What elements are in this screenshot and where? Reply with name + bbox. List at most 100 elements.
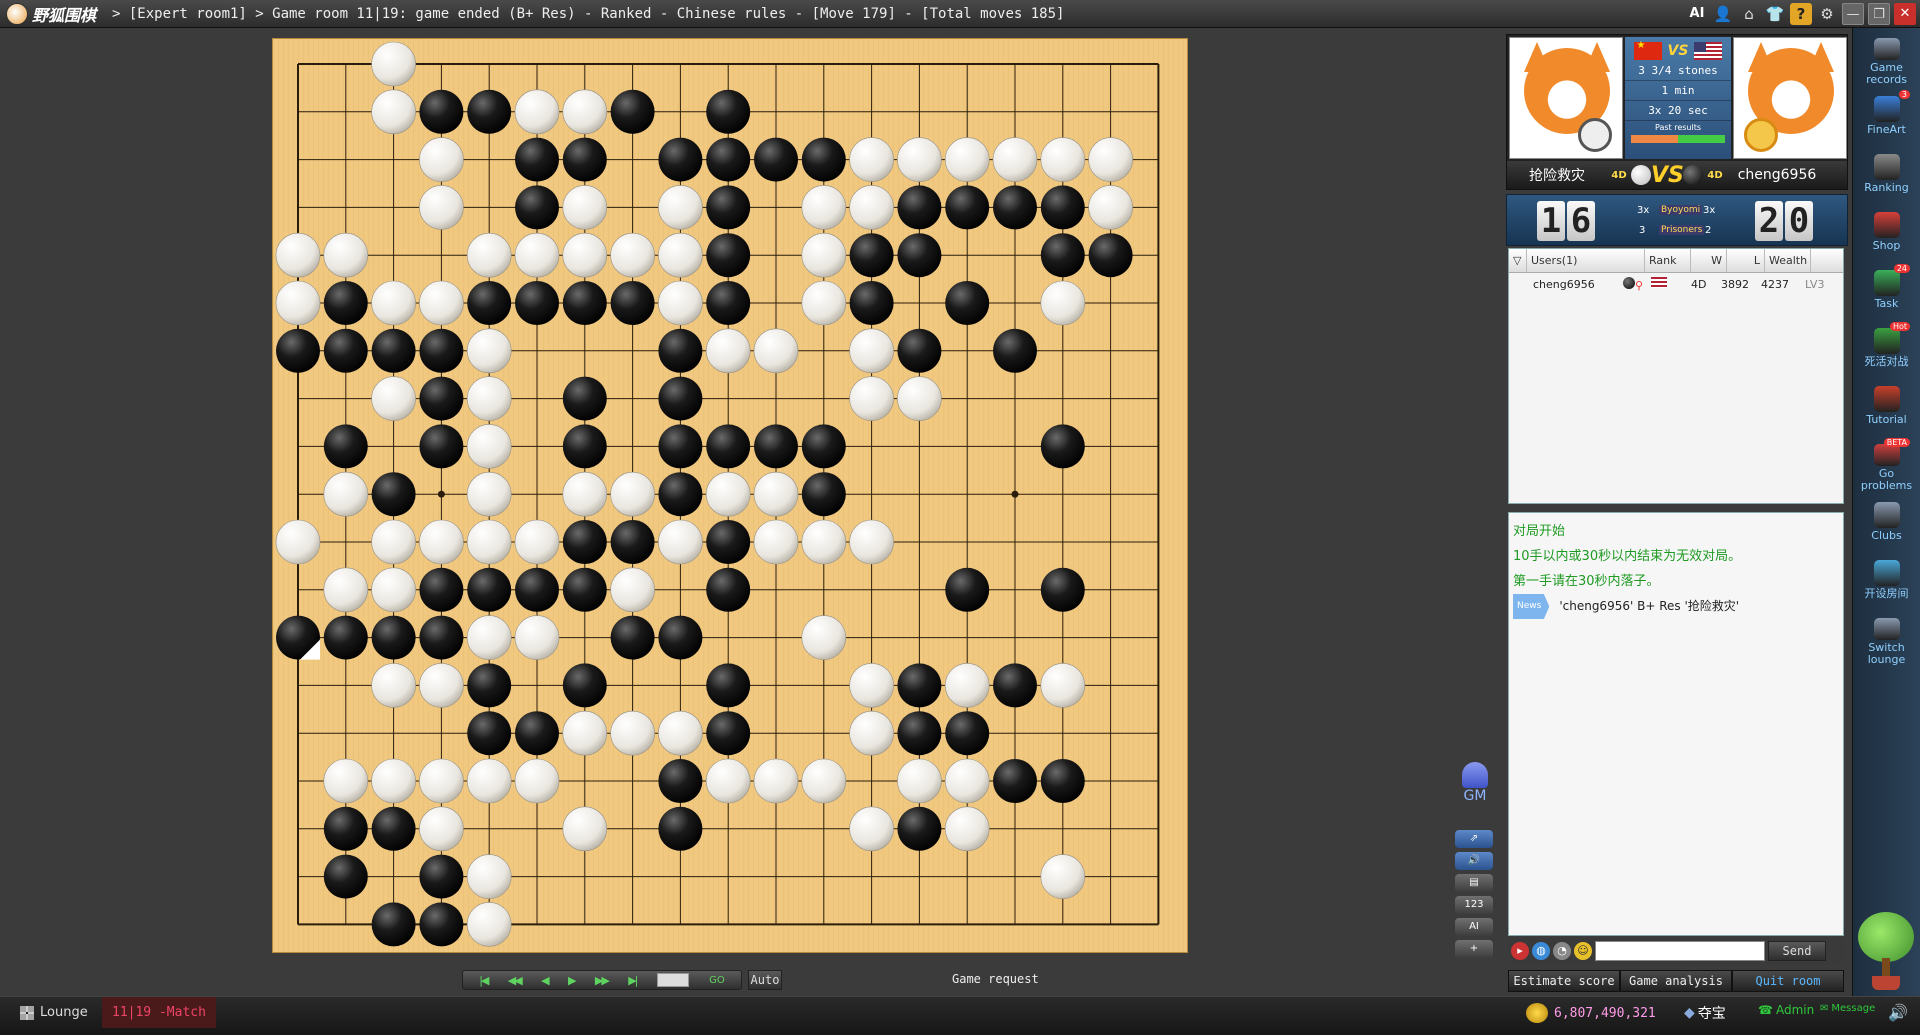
money-tree-icon[interactable] xyxy=(1856,912,1916,992)
white-stone xyxy=(753,758,799,804)
white-stone xyxy=(610,567,655,613)
next-move-button[interactable]: ▶ xyxy=(568,974,577,987)
back-many-button[interactable]: ◀◀ xyxy=(508,974,523,987)
col-wins[interactable]: W xyxy=(1691,249,1727,272)
sidebar-item-switch-lounge[interactable]: Switch lounge xyxy=(1853,608,1920,666)
auto-play-button[interactable]: Auto xyxy=(748,970,782,990)
tab-lounge-label: Lounge xyxy=(40,1005,88,1020)
shirt-icon[interactable]: 👕 xyxy=(1764,3,1786,25)
user-icon[interactable]: 👤 xyxy=(1712,3,1734,25)
white-stone xyxy=(753,328,799,374)
last-move-button[interactable]: ▶| xyxy=(628,974,638,987)
sidebar-item-label: Shop xyxy=(1872,239,1901,252)
white-stone xyxy=(562,89,608,135)
sidebar-item-tutorial[interactable]: Tutorial xyxy=(1853,376,1920,434)
sidebar-item-game-records[interactable]: Game records xyxy=(1853,28,1920,86)
black-stone xyxy=(1088,233,1133,278)
white-player-avatar[interactable] xyxy=(1509,37,1623,159)
share-icon[interactable]: ⇗ xyxy=(1455,830,1493,848)
message-button[interactable]: ✉ Message xyxy=(1820,1003,1875,1014)
black-stone xyxy=(993,328,1037,373)
black-player-name[interactable]: cheng6956 xyxy=(1727,167,1827,183)
sidebar-item-life-death[interactable]: 死活对战 Hot xyxy=(1853,318,1920,376)
gm-button[interactable]: GM xyxy=(1455,762,1495,804)
home-icon[interactable]: ⌂ xyxy=(1738,3,1760,25)
minimize-icon[interactable]: — xyxy=(1842,3,1864,25)
first-move-button[interactable]: |◀ xyxy=(479,974,489,987)
users-panel: ▽ Users(1) Rank W L Wealth cheng6956 ⚲ 4… xyxy=(1508,248,1844,504)
board-style-icon[interactable]: ▤ xyxy=(1455,874,1493,892)
black-player-avatar[interactable] xyxy=(1733,37,1847,159)
white-stone xyxy=(466,232,512,278)
past-results-label[interactable]: Past results xyxy=(1625,123,1731,133)
sidebar-item-ranking[interactable]: Ranking xyxy=(1853,144,1920,202)
speech-bubble-icon[interactable]: ◔ xyxy=(1553,942,1571,960)
quit-room-button[interactable]: Quit room xyxy=(1732,970,1844,992)
sidebar-item-clubs[interactable]: Clubs xyxy=(1853,492,1920,550)
plus-icon[interactable]: + xyxy=(1455,940,1493,958)
ai-icon[interactable]: AI xyxy=(1686,3,1708,25)
white-stone xyxy=(849,328,894,374)
sidebar-item-task[interactable]: Task 24 xyxy=(1853,260,1920,318)
white-stone xyxy=(849,663,894,708)
col-wealth[interactable]: Wealth xyxy=(1765,249,1811,272)
go-board[interactable] xyxy=(272,38,1188,953)
game-request-button[interactable]: Game request xyxy=(952,972,1039,986)
sidebar-item-fineart[interactable]: FineArt 3 xyxy=(1853,86,1920,144)
close-icon[interactable]: ✕ xyxy=(1894,3,1916,25)
white-stone xyxy=(371,758,416,804)
globe-icon[interactable]: ◍ xyxy=(1532,942,1550,960)
game-analysis-button[interactable]: Game analysis xyxy=(1620,970,1732,992)
sidebar-item-go-problems[interactable]: Go problems BETA xyxy=(1853,434,1920,492)
admin-button[interactable]: ☎ Admin xyxy=(1758,1003,1814,1017)
volume-icon[interactable]: 🔊 xyxy=(1888,1003,1908,1022)
white-stone xyxy=(514,519,560,565)
gm-label: GM xyxy=(1463,788,1487,804)
col-rank[interactable]: Rank xyxy=(1645,249,1691,272)
black-stone xyxy=(419,328,464,373)
ai-toggle[interactable]: AI xyxy=(1455,918,1493,936)
app-logo[interactable]: 野狐围棋 xyxy=(0,2,112,26)
sound-icon[interactable]: 🔊 xyxy=(1455,852,1493,870)
sidebar-item-shop[interactable]: Shop xyxy=(1853,202,1920,260)
diamond-icon: ◆ xyxy=(1684,1005,1695,1021)
message-label: Message xyxy=(1831,1003,1876,1014)
send-button[interactable]: Send xyxy=(1768,941,1826,961)
help-icon[interactable]: ? xyxy=(1790,3,1812,25)
board-canvas[interactable] xyxy=(273,39,1189,954)
status-bar: Lounge 11|19 -Match 6,807,490,321 ◆ 夺宝 ☎… xyxy=(0,996,1920,1035)
black-stone-icon xyxy=(1623,276,1635,289)
coordinates-toggle[interactable]: 123 xyxy=(1455,896,1493,914)
white-stone xyxy=(323,758,369,804)
black-stone xyxy=(897,711,942,756)
emoji-icon[interactable]: ☺ xyxy=(1574,942,1592,960)
forward-many-button[interactable]: ▶▶ xyxy=(595,974,610,987)
table-row[interactable]: cheng6956 ⚲ 4D 3892 4237 LV3 xyxy=(1509,273,1843,295)
sidebar-item-open-room[interactable]: 开设房间 xyxy=(1853,550,1920,608)
prev-move-button[interactable]: ◀ xyxy=(541,974,550,987)
video-icon[interactable]: ▸ xyxy=(1511,942,1529,960)
duobao-button[interactable]: ◆ 夺宝 xyxy=(1684,1003,1726,1023)
tab-match[interactable]: 11|19 -Match xyxy=(102,997,216,1028)
chat-input[interactable] xyxy=(1595,941,1765,961)
black-stone xyxy=(515,281,559,325)
move-number-input[interactable] xyxy=(656,973,689,987)
white-stone xyxy=(514,758,560,804)
white-stone xyxy=(275,519,321,565)
restore-icon[interactable]: ❐ xyxy=(1868,3,1890,25)
white-player-name[interactable]: 抢险救灾 xyxy=(1507,165,1607,185)
gear-icon[interactable]: ⚙ xyxy=(1816,3,1838,25)
filter-icon[interactable]: ▽ xyxy=(1509,249,1527,272)
col-losses[interactable]: L xyxy=(1727,249,1765,272)
tab-lounge[interactable]: Lounge xyxy=(10,997,98,1028)
switch-lounge-icon xyxy=(1873,618,1900,640)
white-stone xyxy=(944,806,990,852)
white-stone xyxy=(849,519,894,565)
go-button[interactable]: GO xyxy=(709,975,725,986)
white-clock-digit: 1 xyxy=(1537,201,1565,241)
white-stone xyxy=(658,710,703,756)
col-users[interactable]: Users(1) xyxy=(1527,249,1645,272)
player-names: 抢险救灾 4D VS 4D cheng6956 xyxy=(1507,161,1847,189)
estimate-score-button[interactable]: Estimate score xyxy=(1508,970,1620,992)
black-stone xyxy=(658,424,703,469)
